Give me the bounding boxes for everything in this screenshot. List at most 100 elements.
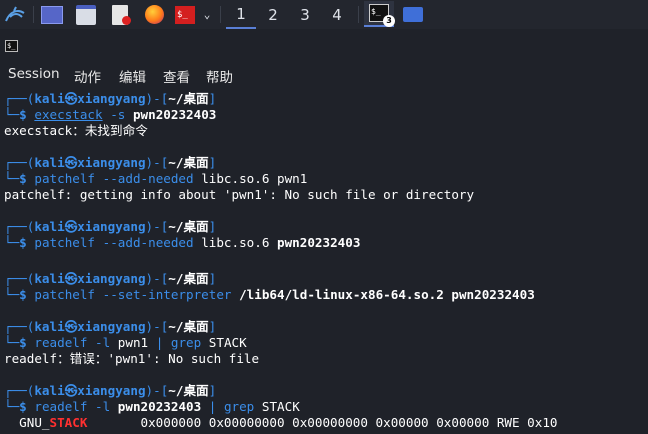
kali-menu-icon[interactable]: [2, 3, 28, 26]
prompt-host: xiangyang: [77, 91, 146, 106]
file-manager-icon[interactable]: [74, 3, 98, 26]
workspace-1[interactable]: 1: [226, 0, 256, 29]
menu-bar: Session 动作 编辑 查看 帮助: [0, 64, 648, 86]
prompt-path: ~/桌面: [168, 91, 209, 106]
prompt-at: ㉿: [64, 91, 78, 106]
command-line: └─$ readelf -l pwn20232403 | grep STACK: [4, 399, 300, 415]
prompt-host: xiangyang: [77, 219, 146, 234]
prompt-host: xiangyang: [77, 271, 146, 286]
command-arg: --set-interpreter: [95, 287, 240, 302]
prompt-line: ┌──(kali㉿xiangyang)-[~/桌面]: [4, 271, 216, 287]
command-arg: --add-needed: [95, 171, 202, 186]
separator: [220, 6, 221, 23]
prompt-user: kali: [34, 271, 65, 286]
prompt-at: ㉿: [64, 271, 78, 286]
command-output: patchelf: getting info about 'pwn1': No …: [4, 187, 475, 202]
prompt-line: ┌──(kali㉿xiangyang)-[~/桌面]: [4, 155, 216, 171]
prompt-dollar: $: [19, 287, 27, 302]
prompt-bracket: ]: [208, 91, 217, 106]
text-editor-icon[interactable]: [108, 3, 132, 26]
prompt-bracket: ]: [208, 383, 217, 398]
prompt-line: ┌──(kali㉿xiangyang)-[~/桌面]: [4, 383, 216, 399]
prompt-host: xiangyang: [77, 155, 146, 170]
prompt-dollar: $: [19, 399, 27, 414]
folder-task-icon[interactable]: [400, 3, 426, 26]
prompt-bracket: )-[: [145, 383, 169, 398]
output-line: GNU_STACK 0x000000 0x00000000 0x00000000…: [4, 415, 558, 431]
show-desktop-icon[interactable]: [40, 3, 64, 26]
prompt-at: ㉿: [64, 383, 78, 398]
output-line: execstack：未找到命令: [4, 123, 148, 139]
terminal-output[interactable]: ┌──(kali㉿xiangyang)-[~/桌面] └─$ execstack …: [0, 91, 648, 434]
prompt-at: ㉿: [64, 155, 78, 170]
terminal-titlebar: $_: [0, 29, 648, 64]
command-arg: pwn20232403: [132, 107, 217, 122]
prompt-bracket: )-[: [145, 155, 169, 170]
output-line: readelf：错误：'pwn1': No such file: [4, 351, 259, 367]
command-arg: libc.so.6 pwn1: [201, 171, 308, 186]
prompt-prefix: └─: [4, 171, 20, 186]
prompt-line: ┌──(kali㉿xiangyang)-[~/桌面]: [4, 91, 216, 107]
command-arg: -l: [87, 399, 118, 414]
prompt-user: kali: [34, 91, 65, 106]
prompt-prefix: └─: [4, 287, 20, 302]
menu-actions[interactable]: 动作: [74, 66, 101, 86]
prompt-prefix: └─: [4, 399, 20, 414]
menu-session[interactable]: Session: [8, 66, 60, 82]
terminal-task-button[interactable]: $_ 3: [364, 1, 395, 27]
menu-edit[interactable]: 编辑: [119, 66, 146, 86]
prompt-bracket: ]: [208, 219, 217, 234]
prompt-prefix: ┌──(: [4, 271, 35, 286]
prompt-path: ~/桌面: [168, 219, 209, 234]
menu-view[interactable]: 查看: [163, 66, 190, 86]
command-arg: grep: [223, 399, 255, 414]
workspace-4[interactable]: 4: [322, 0, 352, 29]
terminal-icon: $_: [5, 40, 18, 52]
command-name: patchelf: [34, 287, 96, 302]
workspace-2[interactable]: 2: [258, 0, 288, 29]
command-name: readelf: [34, 399, 88, 414]
prompt-user: kali: [34, 219, 65, 234]
prompt-at: ㉿: [64, 219, 78, 234]
command-name: patchelf: [34, 235, 96, 250]
terminal-launcher-icon[interactable]: $_: [174, 3, 196, 26]
taskbar: $_ ⌄ 1 2 3 4 $_ 3: [0, 0, 648, 29]
prompt-prefix: ┌──(: [4, 219, 35, 234]
prompt-bracket: ]: [208, 319, 217, 334]
command-arg: |: [201, 399, 224, 414]
workspace-3[interactable]: 3: [290, 0, 320, 29]
command-line: └─$ patchelf --set-interpreter /lib64/ld…: [4, 287, 535, 303]
firefox-icon[interactable]: [142, 3, 166, 26]
command-line: └─$ execstack -s pwn20232403: [4, 107, 216, 123]
command-arg: libc.so.6: [201, 235, 278, 250]
prompt-user: kali: [34, 383, 65, 398]
chevron-down-icon[interactable]: ⌄: [199, 3, 215, 26]
prompt-prefix: └─: [4, 107, 20, 122]
command-arg: -l: [87, 335, 118, 350]
grep-match: STACK: [49, 415, 88, 430]
prompt-path: ~/桌面: [168, 319, 209, 334]
command-arg: pwn20232403: [117, 399, 202, 414]
command-arg: pwn20232403: [277, 235, 361, 250]
output-prefix: GNU_: [4, 415, 50, 430]
command-name: patchelf: [34, 171, 96, 186]
command-arg: STACK: [254, 399, 300, 414]
menu-help[interactable]: 帮助: [206, 66, 233, 86]
command-arg: pwn1: [117, 335, 156, 350]
prompt-host: xiangyang: [77, 319, 146, 334]
prompt-user: kali: [34, 155, 65, 170]
command-arg: |: [155, 335, 171, 350]
prompt-dollar: $: [19, 235, 27, 250]
prompt-prefix: ┌──(: [4, 155, 35, 170]
output-rest: 0x000000 0x00000000 0x00000000 0x00000 0…: [87, 415, 558, 430]
command-arg: /lib64/ld-linux-x86-64.so.2 pwn20232403: [239, 287, 535, 302]
prompt-at: ㉿: [64, 319, 78, 334]
prompt-host: xiangyang: [77, 383, 146, 398]
output-line: patchelf: getting info about 'pwn1': No …: [4, 187, 474, 203]
prompt-bracket: ]: [208, 271, 217, 286]
prompt-prefix: ┌──(: [4, 383, 35, 398]
prompt-dollar: $: [19, 335, 27, 350]
command-output: readelf：错误：'pwn1': No such file: [4, 351, 260, 366]
command-line: └─$ readelf -l pwn1 | grep STACK: [4, 335, 247, 351]
prompt-prefix: └─: [4, 335, 20, 350]
